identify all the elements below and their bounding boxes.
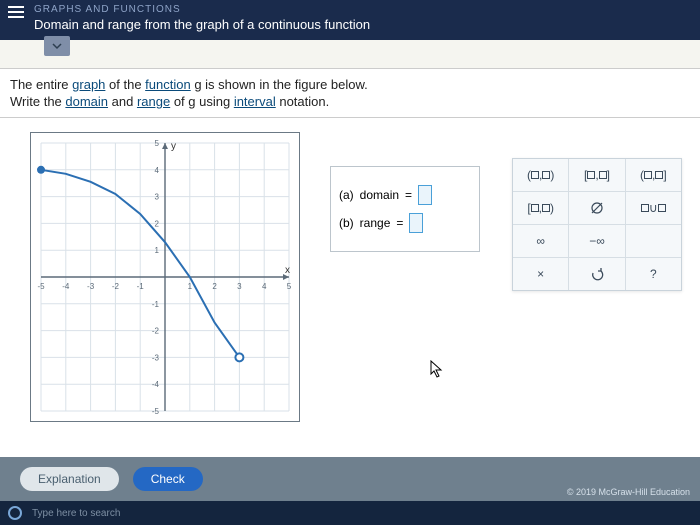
undo-icon — [590, 267, 604, 281]
svg-text:4: 4 — [262, 282, 267, 291]
answer-a-text: domain — [360, 188, 399, 202]
chart-canvas: -5 -4 -3 -2 -1 1 2 3 4 5 -5 -4 -3 -2 -1 1 2 3 4 5 y x — [31, 133, 299, 421]
key-undo[interactable] — [569, 258, 625, 290]
check-button[interactable]: Check — [133, 467, 203, 491]
content-area: -5 -4 -3 -2 -1 1 2 3 4 5 -5 -4 -3 -2 -1 1 2 3 4 5 y x (a) dom… — [0, 118, 700, 465]
answer-a-label: (a) — [339, 188, 354, 202]
key-closed-open[interactable]: [,) — [513, 192, 569, 224]
svg-text:5: 5 — [155, 139, 160, 148]
range-input[interactable] — [409, 213, 423, 233]
interval-keypad: (,) [,] (,] [,) ∪ ∞ −∞ × ? — [512, 158, 682, 291]
key-help[interactable]: ? — [626, 258, 681, 290]
svg-text:x: x — [285, 265, 290, 276]
instructions: The entire graph of the function g is sh… — [0, 68, 700, 118]
svg-text:4: 4 — [155, 166, 160, 175]
section-label: GRAPHS AND FUNCTIONS — [34, 4, 688, 15]
svg-text:-1: -1 — [152, 300, 160, 309]
key-union[interactable]: ∪ — [626, 192, 681, 224]
menu-icon[interactable] — [8, 6, 24, 18]
svg-text:-5: -5 — [152, 407, 160, 416]
answers-box: (a) domain = (b) range = — [330, 166, 480, 252]
svg-text:2: 2 — [155, 219, 160, 228]
graph: -5 -4 -3 -2 -1 1 2 3 4 5 -5 -4 -3 -2 -1 1 2 3 4 5 y x — [30, 132, 300, 422]
action-bar: Explanation Check © 2019 McGraw-Hill Edu… — [0, 457, 700, 501]
page-title: Domain and range from the graph of a con… — [34, 17, 688, 32]
svg-text:3: 3 — [155, 193, 160, 202]
link-function[interactable]: function — [145, 77, 191, 92]
app-window: GRAPHS AND FUNCTIONS Domain and range fr… — [0, 0, 700, 501]
svg-text:-4: -4 — [62, 282, 70, 291]
svg-text:-4: -4 — [152, 380, 160, 389]
os-taskbar[interactable]: Type here to search — [0, 501, 700, 525]
key-infinity[interactable]: ∞ — [513, 225, 569, 257]
link-domain[interactable]: domain — [65, 94, 108, 109]
svg-text:y: y — [171, 141, 176, 152]
svg-text:-3: -3 — [87, 282, 95, 291]
answer-row-range: (b) range = — [339, 213, 471, 233]
explanation-button[interactable]: Explanation — [20, 467, 119, 491]
key-open-closed[interactable]: (,] — [626, 159, 681, 191]
key-neg-infinity[interactable]: −∞ — [569, 225, 625, 257]
svg-text:3: 3 — [237, 282, 242, 291]
link-range[interactable]: range — [137, 94, 170, 109]
link-graph[interactable]: graph — [72, 77, 105, 92]
key-empty-set[interactable] — [569, 192, 625, 224]
svg-text:5: 5 — [287, 282, 292, 291]
taskbar-search[interactable]: Type here to search — [32, 508, 120, 519]
key-clear[interactable]: × — [513, 258, 569, 290]
key-open-open[interactable]: (,) — [513, 159, 569, 191]
svg-text:-2: -2 — [152, 327, 160, 336]
svg-text:1: 1 — [188, 282, 193, 291]
svg-text:2: 2 — [212, 282, 217, 291]
domain-input[interactable] — [418, 185, 432, 205]
answer-row-domain: (a) domain = — [339, 185, 471, 205]
svg-text:1: 1 — [155, 246, 160, 255]
empty-set-icon — [590, 201, 604, 215]
question-selector[interactable] — [44, 36, 70, 56]
copyright: © 2019 McGraw-Hill Education — [567, 487, 690, 497]
answer-b-text: range — [360, 216, 391, 230]
answer-b-label: (b) — [339, 216, 354, 230]
chevron-down-icon — [52, 41, 62, 51]
svg-text:-1: -1 — [137, 282, 145, 291]
link-interval[interactable]: interval — [234, 94, 276, 109]
svg-text:-2: -2 — [112, 282, 120, 291]
cortana-icon[interactable] — [8, 506, 22, 520]
svg-text:-5: -5 — [37, 282, 45, 291]
title-bar: GRAPHS AND FUNCTIONS Domain and range fr… — [0, 0, 700, 40]
key-closed-closed[interactable]: [,] — [569, 159, 625, 191]
svg-text:-3: -3 — [152, 353, 160, 362]
